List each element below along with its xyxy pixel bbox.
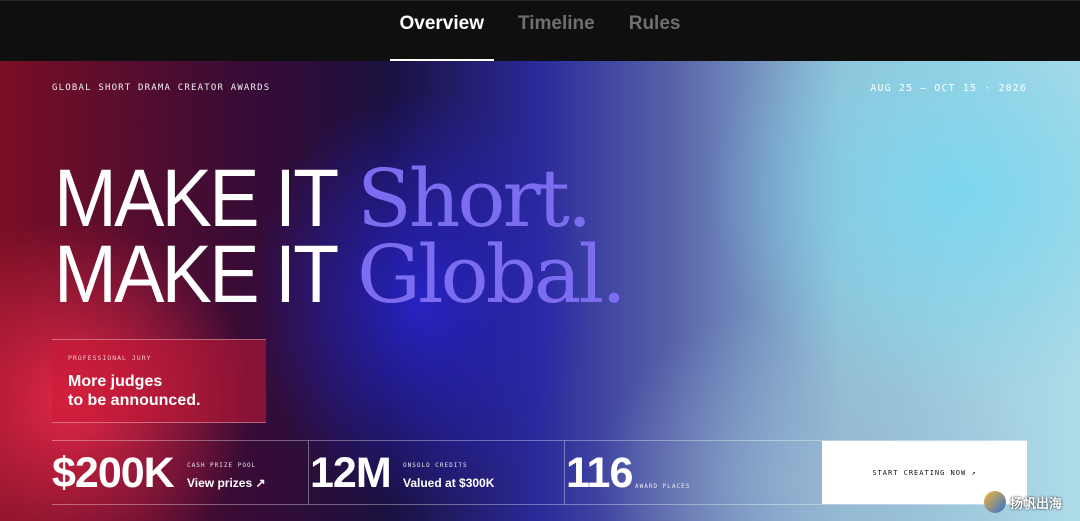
stat-prize-value: $200K <box>52 449 175 497</box>
watermark: 扬帆出海 <box>984 491 1062 513</box>
tab-overview[interactable]: Overview <box>389 1 494 62</box>
stat-prize-caption: CASH PRIZE POOL <box>187 462 257 469</box>
stat-credits-caption: ONSOLO CREDITS <box>403 462 468 469</box>
stat-award-value: 116 <box>566 449 633 497</box>
jury-card: PROFESSIONAL JURY More judges to be anno… <box>52 339 266 423</box>
headline-make-it-2: MAKE IT <box>54 229 339 320</box>
event-title: GLOBAL SHORT DRAMA CREATOR AWARDS <box>52 83 271 93</box>
tab-rules[interactable]: Rules <box>629 1 681 62</box>
headline-global: Global. <box>357 228 627 321</box>
headline-short: Short. <box>357 152 592 245</box>
hero-banner: GLOBAL SHORT DRAMA CREATOR AWARDS AUG 25… <box>0 61 1080 521</box>
top-nav: Overview Timeline Rules <box>0 0 1080 62</box>
tab-bar: Overview Timeline Rules <box>0 1 1080 62</box>
watermark-text: 扬帆出海 <box>1010 495 1063 511</box>
jury-text: More judges to be announced. <box>68 372 250 410</box>
view-prizes-link[interactable]: View prizes ↗ <box>187 476 266 490</box>
watermark-logo-icon <box>984 491 1006 513</box>
jury-line-2: to be announced. <box>68 392 201 409</box>
headline-make-it-1: MAKE IT <box>54 153 339 244</box>
jury-line-1: More judges <box>68 373 163 390</box>
stat-credits: 12M ONSOLO CREDITS Valued at $300K <box>309 441 564 504</box>
stat-prize-pool: $200K CASH PRIZE POOL View prizes ↗ <box>52 441 308 504</box>
stat-credits-value: 12M <box>310 449 392 497</box>
headline-line-2: MAKE IT Global. <box>54 228 627 321</box>
stat-credits-sub: Valued at $300K <box>403 476 495 490</box>
stats-bar: $200K CASH PRIZE POOL View prizes ↗ 12M … <box>52 440 1027 505</box>
event-dates: AUG 25 — OCT 15 · 2026 <box>870 83 1027 94</box>
stat-award-places: 116 AWARD PLACES <box>565 441 822 504</box>
headline: MAKE IT Short. MAKE IT Global. <box>54 152 627 321</box>
headline-line-1: MAKE IT Short. <box>54 152 624 245</box>
stat-award-caption: AWARD PLACES <box>635 483 691 490</box>
jury-label: PROFESSIONAL JURY <box>68 354 152 362</box>
tab-timeline[interactable]: Timeline <box>518 1 595 62</box>
